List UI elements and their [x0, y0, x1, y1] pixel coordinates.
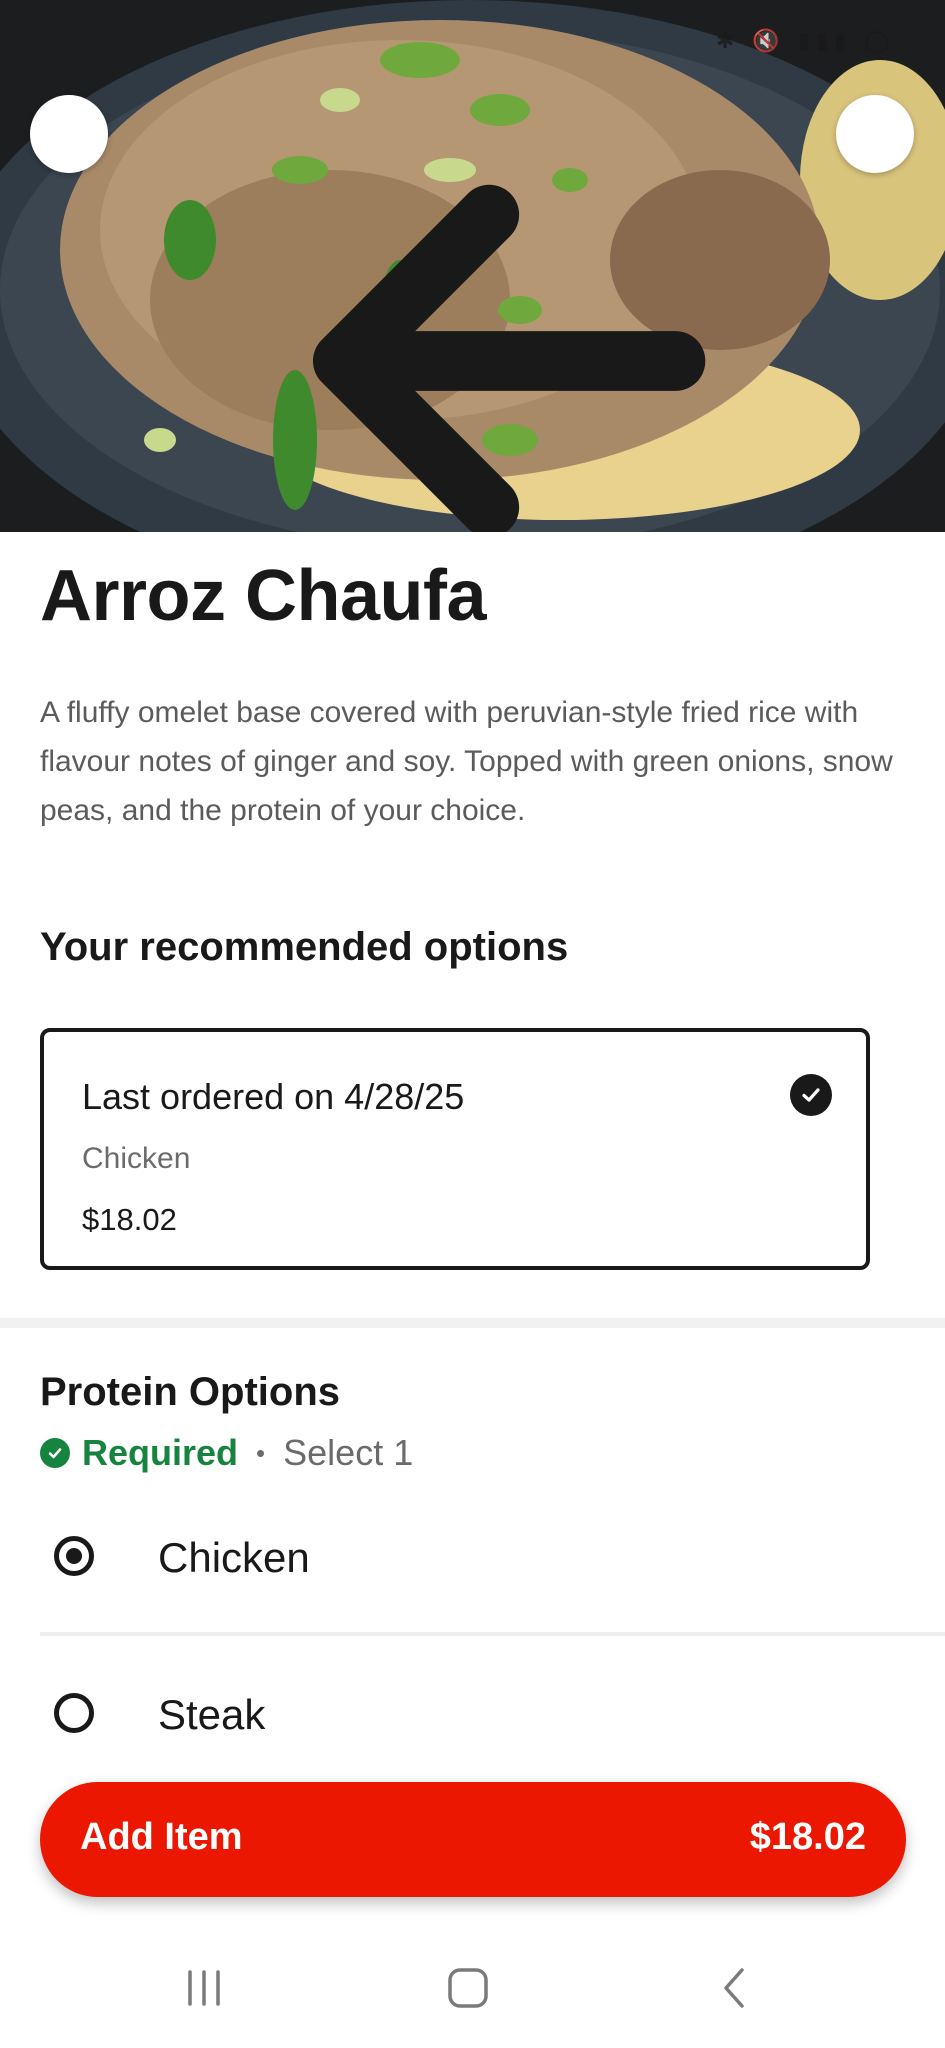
- recommended-option-card[interactable]: Last ordered on 4/28/25 Chicken $18.02: [40, 1028, 870, 1270]
- add-item-price: $18.02: [749, 1816, 866, 1858]
- home-icon: [448, 1968, 488, 2008]
- required-label: Required: [82, 1432, 239, 1473]
- protein-option-steak[interactable]: Steak: [40, 1655, 945, 1775]
- back-button[interactable]: [30, 95, 706, 532]
- recents-button[interactable]: [174, 1958, 234, 2018]
- protein-option-label: Chicken: [158, 1534, 310, 1581]
- separator-dot: •: [256, 1437, 266, 1468]
- section-divider: [0, 1318, 945, 1328]
- recommended-option-price: $18.02: [82, 1202, 177, 1237]
- recommended-heading: Your recommended options: [40, 925, 569, 969]
- check-circle-icon: [40, 1438, 70, 1468]
- item-title: Arroz Chaufa: [40, 556, 487, 636]
- required-indicator: Required • Select 1: [40, 1432, 413, 1474]
- check-circle-icon: [790, 1074, 832, 1116]
- system-navigation-bar: [0, 1928, 945, 2048]
- last-ordered-label: Last ordered on 4/28/25: [82, 1076, 465, 1117]
- item-hero-image: ✱ 🔇 ▮▮▮ ◯: [0, 0, 945, 532]
- share-button[interactable]: [836, 95, 914, 173]
- arrow-left-icon: [312, 184, 706, 532]
- home-button[interactable]: [438, 1958, 498, 2018]
- chevron-left-icon: [724, 1968, 744, 2008]
- recommended-option-name: Chicken: [82, 1142, 191, 1175]
- recents-icon: [188, 1970, 220, 2006]
- radio-button-selected[interactable]: [54, 1536, 94, 1576]
- protein-option-chicken[interactable]: Chicken: [40, 1498, 945, 1618]
- add-item-button[interactable]: Add Item $18.02: [40, 1782, 906, 1897]
- select-count-label: Select 1: [283, 1432, 414, 1473]
- system-back-button[interactable]: [704, 1958, 764, 2018]
- status-bar-icons: ✱ 🔇 ▮▮▮ ◯: [715, 28, 895, 53]
- radio-button[interactable]: [54, 1693, 94, 1733]
- share-icon: [836, 95, 945, 532]
- item-description: A fluffy omelet base covered with peruvi…: [40, 696, 893, 827]
- protein-options-heading: Protein Options: [40, 1370, 340, 1414]
- option-divider: [40, 1632, 945, 1636]
- add-item-label: Add Item: [80, 1816, 243, 1858]
- protein-option-label: Steak: [158, 1691, 266, 1738]
